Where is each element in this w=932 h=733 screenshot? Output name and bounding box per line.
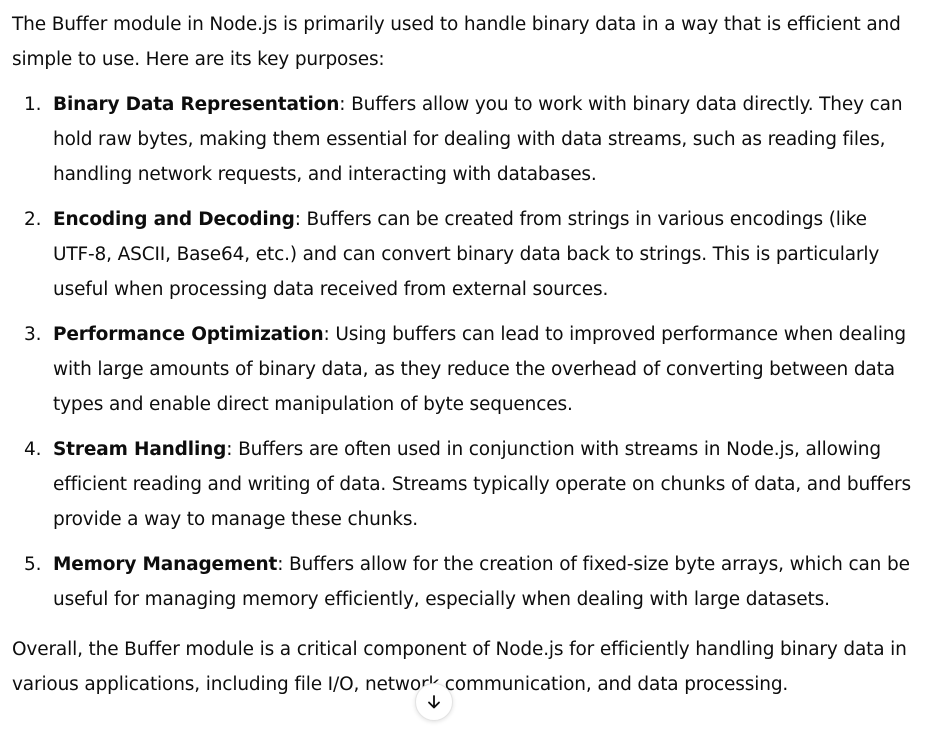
list-number: 3. xyxy=(24,324,42,345)
list-number: 2. xyxy=(24,209,42,230)
scroll-to-bottom-button[interactable] xyxy=(415,683,453,721)
arrow-down-icon xyxy=(428,695,440,709)
intro-paragraph: The Buffer module in Node.js is primaril… xyxy=(12,14,901,70)
list-item: 5. Memory Management: Buffers allow for … xyxy=(12,547,912,617)
list-number: 5. xyxy=(24,554,42,575)
item-title: Stream Handling xyxy=(53,439,227,460)
item-title: Memory Management xyxy=(53,554,278,575)
list-item: 1. Binary Data Representation: Buffers a… xyxy=(12,87,912,192)
list-item: 2. Encoding and Decoding: Buffers can be… xyxy=(12,202,912,307)
assistant-message: The Buffer module in Node.js is primaril… xyxy=(12,7,912,702)
item-title: Performance Optimization xyxy=(53,324,324,345)
list-item: 4. Stream Handling: Buffers are often us… xyxy=(12,432,912,537)
outro-paragraph: Overall, the Buffer module is a critical… xyxy=(12,639,907,695)
item-title: Binary Data Representation xyxy=(53,94,340,115)
purposes-list: 1. Binary Data Representation: Buffers a… xyxy=(12,87,912,617)
list-number: 4. xyxy=(24,439,42,460)
list-item: 3. Performance Optimization: Using buffe… xyxy=(12,317,912,422)
item-title: Encoding and Decoding xyxy=(53,209,295,230)
list-number: 1. xyxy=(24,94,42,115)
